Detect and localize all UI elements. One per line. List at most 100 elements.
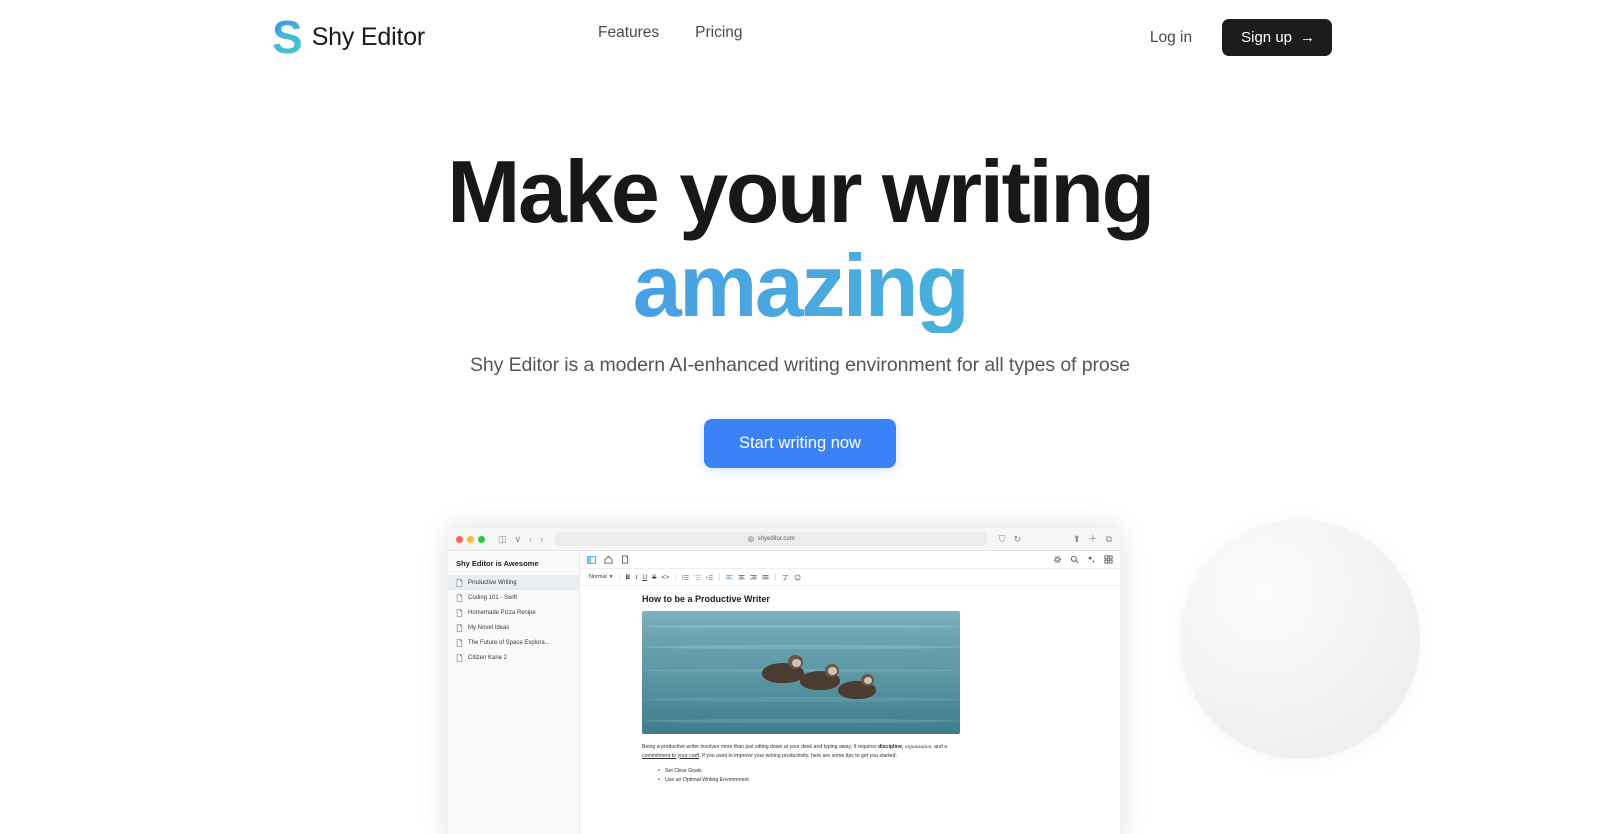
grid-panel-icon[interactable]	[1104, 555, 1113, 564]
paragraph-style-select[interactable]: Normal ▾	[589, 574, 613, 580]
list-item[interactable]: My Novel Ideas	[448, 620, 579, 635]
list-item: Use an Optimal Writing Environment	[658, 776, 958, 785]
underline-button[interactable]: U	[642, 574, 647, 581]
nav-link-pricing[interactable]: Pricing	[695, 24, 742, 42]
hero-subtitle: Shy Editor is a modern AI-enhanced writi…	[470, 354, 1130, 376]
page-title: Make your writing amazing	[0, 145, 1600, 333]
browser-right-controls: ⛉ ↻	[999, 534, 1021, 544]
maximize-window-icon[interactable]	[478, 535, 485, 543]
search-icon[interactable]	[1070, 555, 1079, 564]
document-editor[interactable]: How to be a Productive Writer Being a pr…	[580, 586, 1120, 834]
browser-back-icon[interactable]: ‹	[529, 534, 532, 544]
align-left-icon[interactable]	[726, 574, 733, 581]
brand-logo[interactable]: S Shy Editor	[272, 13, 425, 61]
address-bar[interactable]: ⊕ shyeditor.com	[555, 532, 987, 546]
browser-forward-icon[interactable]: ›	[540, 534, 543, 544]
arrow-right-icon: →	[1300, 29, 1315, 46]
document-icon	[456, 623, 463, 632]
list-item-label: Homemade Pizza Recipe	[468, 609, 536, 616]
share-icon[interactable]: ⬆	[1073, 534, 1081, 544]
list-item[interactable]: The Future of Space Explora...	[448, 635, 579, 650]
new-tab-icon[interactable]: ＋	[1089, 534, 1098, 544]
list-item-label: Citizen Kane 2	[468, 654, 508, 661]
paragraph-text-1: Being a productive writer involves more …	[642, 744, 879, 750]
app-window: Shy Editor is Awesome Productive Writing…	[448, 551, 1120, 834]
app-screenshot-mockup: ◫ ∨ ‹ › ⊕ shyeditor.com ⛉ ↻ ⬆ ＋ ⧉ Shy Ed…	[448, 528, 1120, 834]
list-item-label: My Novel Ideas	[468, 624, 510, 631]
strikethrough-button[interactable]: S	[652, 574, 656, 581]
signup-button-label: Sign up	[1241, 29, 1292, 46]
document-icon	[456, 578, 463, 587]
code-button[interactable]: <>	[661, 574, 669, 581]
settings-gear-icon[interactable]	[1053, 555, 1062, 564]
new-document-icon[interactable]	[621, 555, 630, 564]
landing-page: S Shy Editor Features Pricing Log in Sig…	[0, 0, 1600, 834]
document-icon	[456, 638, 463, 647]
sidebar-toggle-icon[interactable]	[587, 555, 596, 564]
align-justify-icon[interactable]	[762, 574, 769, 581]
list-item[interactable]: Citizen Kane 2	[448, 650, 579, 665]
document-heading: How to be a Productive Writer	[642, 594, 770, 604]
toolbar-divider	[719, 573, 721, 581]
bold-button[interactable]: B	[626, 574, 631, 581]
shield-icon[interactable]: ⛉	[999, 534, 1006, 544]
login-link[interactable]: Log in	[1150, 29, 1192, 47]
sidebar-title: Shy Editor is Awesome	[456, 559, 539, 568]
browser-sidebar-icon[interactable]: ◫	[498, 534, 507, 544]
minimize-window-icon[interactable]	[467, 535, 474, 543]
logo-s-icon: S	[272, 11, 303, 63]
signup-button[interactable]: Sign up →	[1222, 19, 1332, 56]
document-bullet-list: Set Clear Goals Use an Optimal Writing E…	[658, 767, 958, 785]
chevron-down-icon[interactable]: ∨	[515, 534, 522, 544]
document-paragraph: Being a productive writer involves more …	[642, 743, 960, 760]
reload-icon[interactable]: ↻	[1013, 534, 1021, 544]
lock-icon: ⊕	[747, 533, 755, 544]
decorative-circle	[1180, 519, 1420, 759]
start-writing-button[interactable]: Start writing now	[704, 419, 896, 468]
list-item-label: The Future of Space Explora...	[468, 639, 550, 646]
list-item[interactable]: Productive Writing	[448, 575, 579, 590]
browser-far-right-controls: ⬆ ＋ ⧉	[1073, 534, 1112, 544]
app-sidebar: Shy Editor is Awesome Productive Writing…	[448, 551, 580, 834]
document-icon	[456, 593, 463, 602]
toolbar-divider	[618, 573, 620, 581]
toolbar-divider	[675, 573, 677, 581]
app-toolbar	[580, 551, 1120, 569]
align-center-icon[interactable]	[738, 574, 745, 581]
address-bar-url: shyeditor.com	[757, 536, 795, 542]
ai-sparkle-icon[interactable]	[1087, 555, 1096, 564]
list-item[interactable]: Homemade Pizza Recipe	[448, 605, 579, 620]
paragraph-text-4: . If you want to improve your writing pr…	[699, 752, 897, 759]
format-toolbar: Normal ▾ B I U S <>	[580, 569, 1120, 586]
show-tabs-icon[interactable]: ⧉	[1106, 534, 1112, 544]
document-icon	[456, 653, 463, 662]
nav-link-features[interactable]: Features	[598, 24, 659, 42]
align-right-icon[interactable]	[750, 574, 757, 581]
headline-line-2: amazing	[0, 239, 1600, 333]
list-item-label: Coding 101 - Swift	[468, 594, 518, 601]
numbered-list-icon[interactable]	[694, 574, 701, 581]
emoji-icon[interactable]	[794, 574, 801, 581]
app-toolbar-right	[1053, 555, 1113, 564]
paragraph-underlined-link[interactable]: commitment to your craft	[642, 753, 699, 759]
chevron-down-icon: ▾	[609, 574, 613, 580]
list-item-label: Productive Writing	[468, 579, 517, 586]
browser-toolbar: ◫ ∨ ‹ › ⊕ shyeditor.com ⛉ ↻ ⬆ ＋ ⧉	[448, 528, 1120, 551]
app-toolbar-left	[587, 555, 630, 564]
italic-button[interactable]: I	[635, 574, 637, 581]
home-icon[interactable]	[604, 555, 613, 564]
bullet-list-icon[interactable]	[682, 574, 689, 581]
window-traffic-lights	[456, 535, 485, 543]
headline-line-1: Make your writing	[447, 142, 1155, 241]
document-icon	[456, 608, 463, 617]
document-image	[642, 611, 960, 734]
list-item[interactable]: Coding 101 - Swift	[448, 590, 579, 605]
brand-name: Shy Editor	[311, 22, 426, 51]
clear-format-icon[interactable]	[782, 574, 789, 581]
close-window-icon[interactable]	[456, 535, 463, 543]
list-item: Set Clear Goals	[658, 767, 958, 776]
paragraph-style-value: Normal	[589, 574, 607, 580]
paragraph-bold-text: discipline	[878, 744, 902, 750]
paragraph-italic-text: organization	[904, 744, 932, 750]
indent-icon[interactable]	[706, 574, 713, 581]
